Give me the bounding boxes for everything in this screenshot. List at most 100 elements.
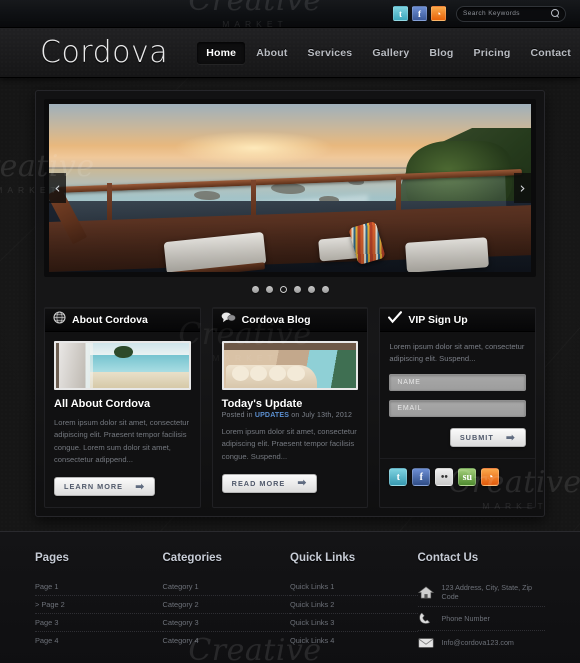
slider-dot-6[interactable] (321, 286, 329, 293)
footer-title-categories: Categories (162, 552, 222, 565)
read-more-button[interactable]: READ MORE ➡ (221, 473, 318, 493)
vip-box: VIP Sign Up Lorem ipsum dolor sit amet, … (379, 307, 537, 509)
footer-link-quick-1[interactable]: Quick Links 1 (290, 578, 418, 597)
name-input[interactable] (389, 374, 527, 392)
search-input[interactable] (463, 10, 551, 17)
slider-dot-2[interactable] (265, 286, 273, 293)
email-input[interactable] (389, 400, 527, 418)
submit-button[interactable]: SUBMIT ➡ (449, 428, 527, 448)
site-logo[interactable]: Cordova (40, 35, 197, 70)
submit-row: SUBMIT ➡ (389, 417, 527, 448)
speech-bubble-icon (221, 311, 236, 329)
main-container: ‹ › About Cordova All About Cordova Lore… (35, 90, 545, 518)
footer-link-category-2[interactable]: Category 2 (162, 596, 290, 615)
checkmark-icon (388, 310, 403, 329)
blog-box-title: Cordova Blog (241, 313, 311, 326)
twitter-icon[interactable]: t (393, 6, 408, 21)
footer-link-quick-2[interactable]: Quick Links 2 (290, 596, 418, 615)
slider-dot-1[interactable] (251, 286, 259, 293)
feature-columns: About Cordova All About Cordova Lorem ip… (44, 307, 537, 509)
about-thumbnail[interactable] (54, 341, 191, 390)
footer-link-quick-3[interactable]: Quick Links 3 (290, 614, 418, 633)
slider-dot-5[interactable] (307, 286, 315, 293)
footer-link-quick-4[interactable]: Quick Links 4 (290, 632, 418, 649)
slider-dot-4[interactable] (293, 286, 301, 293)
footer-column-contact: Contact Us 123 Address, City, State, Zip… (417, 552, 546, 654)
vip-box-title: VIP Sign Up (408, 313, 468, 326)
twitter-icon[interactable]: t (389, 468, 408, 487)
contact-email-text: Info@cordova123.com (441, 638, 514, 648)
contact-phone-text: Phone Number (441, 614, 490, 624)
footer-title-contact: Contact Us (417, 552, 479, 565)
nav-item-gallery[interactable]: Gallery (363, 42, 418, 64)
learn-more-label: LEARN MORE (64, 482, 124, 492)
mail-icon (417, 636, 434, 649)
top-bar: t f ◔ (0, 0, 580, 28)
slide-image (49, 104, 531, 272)
about-box: About Cordova All About Cordova Lorem ip… (44, 307, 201, 509)
footer-link-category-1[interactable]: Category 1 (162, 578, 290, 597)
footer-link-category-4[interactable]: Category 4 (163, 632, 291, 649)
footer-title-quick-links: Quick Links (290, 552, 356, 565)
footer-column-categories: Categories Category 1 Category 2 Categor… (162, 552, 291, 654)
read-more-label: READ MORE (231, 478, 286, 488)
learn-more-button[interactable]: LEARN MORE ➡ (54, 477, 156, 497)
search-box[interactable] (456, 5, 566, 22)
contact-item-email: Info@cordova123.com (417, 631, 546, 654)
flickr-icon[interactable]: •• (435, 468, 454, 487)
nav-item-pricing[interactable]: Pricing (465, 42, 520, 64)
nav-item-services[interactable]: Services (299, 42, 362, 64)
search-icon[interactable] (551, 9, 559, 18)
facebook-icon[interactable]: f (412, 6, 427, 21)
site-header: Cordova Home About Services Gallery Blog… (0, 28, 580, 78)
footer-column-pages: Pages Page 1 > Page 2 Page 3 Page 4 (35, 552, 163, 654)
arrow-right-icon: ➡ (135, 479, 146, 493)
blog-box: Cordova Blog Today's Update Posted in UP… (211, 307, 369, 509)
footer-link-category-3[interactable]: Category 3 (162, 614, 290, 633)
footer-link-page-2[interactable]: > Page 2 (35, 596, 163, 615)
about-body-text: Lorem ipsum dolor sit amet, consectetur … (54, 418, 190, 464)
footer-title-pages: Pages (35, 552, 69, 565)
footer-column-quick-links: Quick Links Quick Links 1 Quick Links 2 … (290, 552, 418, 654)
site-footer: Pages Page 1 > Page 2 Page 3 Page 4 Cate… (0, 531, 580, 663)
vip-body-text: Lorem ipsum dolor sit amet, consectetur … (389, 342, 525, 364)
slider-dot-3[interactable] (279, 286, 287, 293)
stumbleupon-icon[interactable]: su (458, 468, 477, 487)
arrow-right-icon: ➡ (505, 430, 517, 444)
globe-icon (53, 310, 66, 329)
about-heading: All About Cordova (54, 398, 151, 410)
vip-social-list: t f •• su ◔ (380, 458, 536, 496)
blog-body-text: Lorem ipsum dolor sit amet, consectetur … (221, 427, 357, 461)
blog-meta-suffix: on July 13th, 2012 (289, 412, 353, 419)
blog-meta-category[interactable]: UPDATES (255, 412, 289, 419)
slider-next-button[interactable]: › (514, 173, 531, 203)
slider-pagination (44, 286, 536, 298)
nav-item-blog[interactable]: Blog (420, 42, 462, 64)
blog-box-body: Today's Update Posted in UPDATES on July… (213, 332, 368, 504)
about-box-header: About Cordova (45, 308, 200, 332)
contact-address-text: 123 Address, City, State, Zip Code (441, 583, 533, 602)
blog-box-header: Cordova Blog (212, 308, 368, 332)
main-nav: Home About Services Gallery Blog Pricing… (197, 41, 580, 64)
footer-link-page-1[interactable]: Page 1 (35, 578, 163, 597)
footer-link-page-4[interactable]: Page 4 (35, 632, 163, 649)
nav-item-about[interactable]: About (247, 42, 296, 64)
nav-item-home[interactable]: Home (197, 41, 246, 64)
facebook-icon[interactable]: f (412, 468, 431, 487)
contact-item-address: 123 Address, City, State, Zip Code (417, 578, 545, 608)
blog-thumbnail[interactable] (221, 341, 359, 390)
blog-heading: Today's Update (221, 398, 303, 410)
rss-icon[interactable]: ◔ (431, 6, 446, 21)
about-box-title: About Cordova (72, 313, 148, 326)
vip-box-header: VIP Sign Up (380, 308, 536, 332)
hero-slider[interactable]: ‹ › (44, 99, 536, 277)
nav-item-contact[interactable]: Contact (522, 42, 580, 64)
slider-prev-button[interactable]: ‹ (49, 173, 66, 203)
submit-label: SUBMIT (459, 433, 494, 443)
vip-box-body: Lorem ipsum dolor sit amet, consectetur … (380, 332, 535, 458)
about-box-body: All About Cordova Lorem ipsum dolor sit … (45, 332, 200, 507)
rss-icon[interactable]: ◔ (481, 468, 500, 487)
blog-meta-prefix: Posted in (221, 412, 255, 419)
footer-link-page-3[interactable]: Page 3 (35, 614, 163, 633)
blog-meta: Posted in UPDATES on July 13th, 2012 (222, 412, 359, 419)
